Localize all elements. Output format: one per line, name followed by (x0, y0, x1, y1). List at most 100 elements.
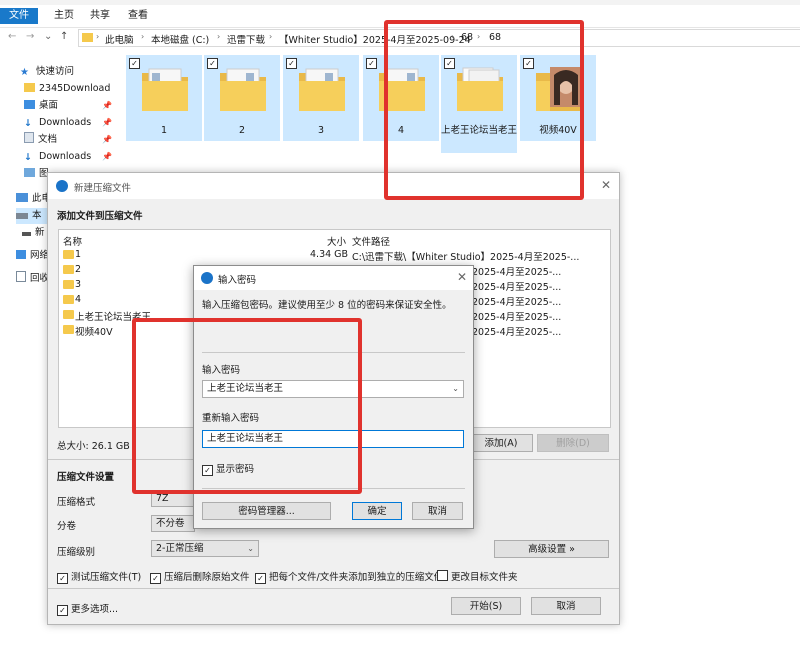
breadcrumb-this-pc[interactable]: 此电脑 (105, 32, 134, 46)
sidebar-item-downloads-2[interactable]: ↓ Downloads (24, 149, 91, 165)
add-button[interactable]: 添加(A) (469, 434, 533, 452)
sidebar-item-2345download[interactable]: 2345Download (24, 81, 110, 97)
desktop-icon (24, 100, 35, 109)
chevron-down-icon[interactable]: ⌄ (44, 31, 52, 42)
table-row[interactable]: 1 4.34 GB C:\迅雷下载\【Whiter Studio】2025-4月… (59, 248, 610, 263)
section-settings: 压缩文件设置 (57, 472, 115, 483)
computer-icon (16, 193, 28, 202)
checkbox[interactable] (437, 570, 448, 581)
download-icon: ↓ (24, 118, 32, 129)
highlight-box (132, 318, 362, 494)
delete-button[interactable]: 删除(D) (537, 434, 609, 452)
folder-icon (63, 295, 74, 304)
folder-icon (299, 68, 345, 111)
dialog-title-bar: 输入密码 ✕ (194, 266, 473, 290)
folder-icon (142, 68, 188, 111)
sidebar-item-network[interactable]: 网络 (16, 248, 49, 264)
pin-icon[interactable]: 📌 (102, 135, 112, 144)
pin-icon[interactable]: 📌 (102, 118, 112, 127)
pin-icon[interactable]: 📌 (102, 152, 112, 161)
total-size: 总大小: 26.1 GB (57, 441, 130, 452)
checkbox[interactable]: ✓ (286, 58, 297, 69)
level-select[interactable]: 2-正常压缩 ⌄ (151, 540, 259, 557)
chevron-right-icon: › (96, 32, 100, 41)
split-label: 分卷 (57, 521, 77, 532)
breadcrumb-xunlei[interactable]: 迅雷下载 (227, 32, 265, 46)
start-button[interactable]: 开始(S) (451, 597, 521, 615)
chevron-down-icon: ⌄ (247, 544, 254, 553)
checkbox-delete-after[interactable]: ✓ 压缩后删除原始文件 (150, 569, 250, 584)
network-icon (16, 250, 26, 259)
picture-icon (24, 168, 35, 177)
sidebar-item-this-pc[interactable]: 此电 (16, 191, 51, 207)
chevron-down-icon[interactable]: ⌄ (452, 381, 459, 397)
sidebar-item-recycle-bin[interactable]: 回收 (16, 271, 49, 287)
ribbon-tab-home[interactable]: 主页 (50, 8, 78, 24)
pin-icon[interactable]: 📌 (102, 101, 112, 110)
sidebar-item-downloads[interactable]: ↓ Downloads (24, 115, 91, 131)
dialog-title: 新建压缩文件 (74, 183, 132, 194)
checkbox[interactable]: ✓ (366, 58, 377, 69)
close-icon[interactable]: ✕ (601, 178, 611, 192)
file-tile-label: 2 (238, 125, 246, 136)
checkbox[interactable]: ✓ (207, 58, 218, 69)
drive-icon (22, 232, 31, 236)
star-icon: ★ (20, 67, 29, 78)
checkbox[interactable]: ✓ (57, 605, 68, 616)
drive-icon (16, 213, 28, 219)
password-description: 输入压缩包密码。建议使用至少 8 位的密码来保证安全性。 (202, 300, 452, 311)
folder-icon (63, 325, 74, 334)
breadcrumb-drive-c[interactable]: 本地磁盘 (C:) (151, 32, 209, 46)
checkbox[interactable]: ✓ (57, 573, 68, 584)
checkbox[interactable]: ✓ (150, 573, 161, 584)
level-label: 压缩级别 (57, 547, 96, 558)
ribbon-tab-file[interactable]: 文件 (0, 8, 38, 24)
folder-icon (63, 250, 74, 259)
cancel-button[interactable]: 取消 (412, 502, 463, 520)
folder-icon (63, 280, 74, 289)
column-header-size[interactable]: 大小 (327, 234, 346, 248)
folder-icon (63, 265, 74, 274)
download-icon: ↓ (24, 152, 32, 163)
checkbox-more-options[interactable]: ✓ 更多选项... (57, 601, 118, 616)
cancel-button[interactable]: 取消 (531, 597, 601, 615)
file-tile[interactable]: ✓ 3 (283, 55, 359, 141)
sidebar-item-documents[interactable]: 文档 (24, 132, 57, 148)
chevron-right-icon: › (269, 32, 273, 41)
up-icon[interactable]: ↑ (60, 31, 68, 42)
folder-icon (24, 83, 35, 92)
ribbon-tab-share[interactable]: 共享 (86, 8, 114, 24)
sidebar-item-pictures[interactable]: 图 (24, 166, 49, 182)
checkbox-test-archive[interactable]: ✓ 测试压缩文件(T) (57, 569, 141, 584)
checkbox[interactable]: ✓ (129, 58, 140, 69)
sidebar-item-quick-access[interactable]: ★ 快速访问 (20, 64, 74, 80)
back-icon[interactable]: ← (8, 31, 16, 42)
folder-icon (220, 68, 266, 111)
advanced-settings-button[interactable]: 高级设置 » (494, 540, 609, 558)
recycle-bin-icon (16, 271, 26, 282)
app-logo-icon (201, 272, 213, 284)
folder-icon (63, 310, 74, 319)
checkbox-separate-archives[interactable]: ✓ 把每个文件/文件夹添加到独立的压缩文件 (255, 569, 443, 584)
column-header-path[interactable]: 文件路径 (352, 234, 390, 248)
password-manager-button[interactable]: 密码管理器... (202, 502, 331, 520)
file-tile[interactable]: ✓ 1 (126, 55, 202, 141)
sidebar-item-new-volume[interactable]: 新 (22, 225, 45, 241)
column-header-name[interactable]: 名称 (63, 234, 82, 248)
checkbox-change-target[interactable]: 更改目标文件夹 (437, 569, 518, 583)
close-icon[interactable]: ✕ (457, 270, 467, 284)
highlight-box (384, 20, 584, 200)
section-add-files: 添加文件到压缩文件 (57, 211, 143, 222)
folder-icon (82, 33, 93, 42)
checkbox[interactable]: ✓ (255, 573, 266, 584)
app-logo-icon (56, 180, 68, 192)
file-tile[interactable]: ✓ 2 (204, 55, 280, 141)
split-select[interactable]: 不分卷 (151, 515, 195, 532)
file-tile-label: 1 (160, 125, 168, 136)
format-label: 压缩格式 (57, 497, 96, 508)
ribbon-tab-view[interactable]: 查看 (124, 8, 152, 24)
document-icon (24, 132, 34, 143)
ok-button[interactable]: 确定 (352, 502, 402, 520)
forward-icon[interactable]: → (26, 31, 34, 42)
sidebar-item-desktop[interactable]: 桌面 (24, 98, 58, 114)
